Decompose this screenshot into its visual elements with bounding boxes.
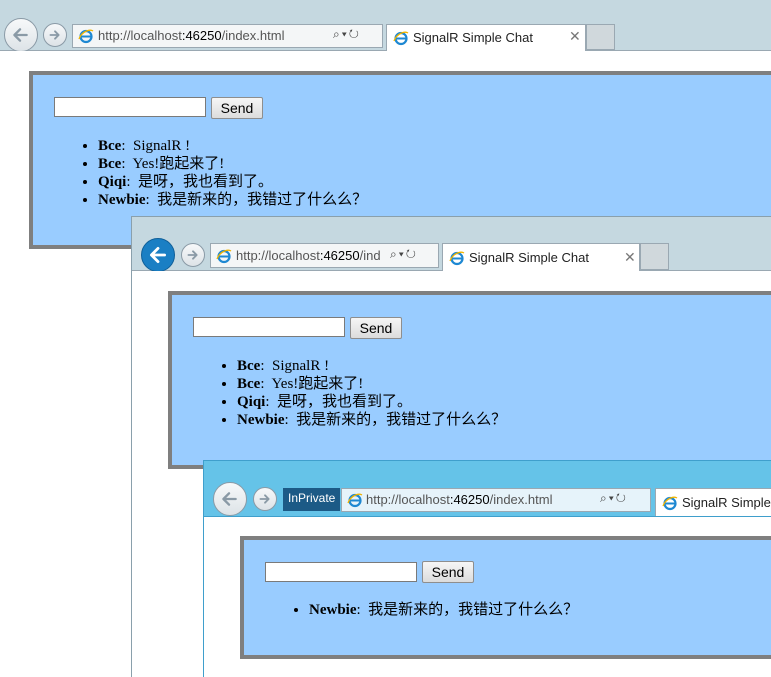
search-icon[interactable]: ⌕ xyxy=(390,247,399,261)
message-input[interactable] xyxy=(54,97,206,117)
send-button[interactable]: Send xyxy=(350,317,402,339)
message-author: Qiqi xyxy=(98,174,127,190)
tab-signalr-chat[interactable]: SignalR Simple Chat ✕ xyxy=(386,24,586,51)
forward-arrow-icon xyxy=(49,30,60,40)
address-bar[interactable]: http://localhost:46250/index.html ⌕▾↻ xyxy=(72,24,383,48)
tab-title: SignalR Simple Chat xyxy=(469,250,589,265)
chat-panel: Send Newbie: 我是新来的，我错过了什么么？ xyxy=(240,536,771,659)
address-bar[interactable]: http://localhost:46250/ind ⌕▾↻ xyxy=(210,243,439,268)
new-tab-button[interactable] xyxy=(586,24,615,50)
message-text: 我是新来的，我错过了什么么？ xyxy=(157,192,368,208)
message-input[interactable] xyxy=(193,317,345,337)
back-arrow-icon xyxy=(222,492,237,506)
message-text: 我是新来的，我错过了什么么？ xyxy=(296,412,507,428)
address-tools: ⌕▾↻ xyxy=(600,491,628,506)
message-text: Yes!跑起来了! xyxy=(132,156,225,172)
send-button[interactable]: Send xyxy=(211,97,263,119)
message-item: Bce: Yes!跑起来了! xyxy=(237,375,506,393)
tab-title: SignalR Simple C xyxy=(682,495,771,510)
message-item: Newbie: 我是新来的，我错过了什么么？ xyxy=(98,191,367,209)
back-button[interactable] xyxy=(4,18,38,52)
message-text: 我是新来的，我错过了什么么？ xyxy=(368,602,579,618)
message-author: Bce xyxy=(237,376,261,392)
message-author: Newbie xyxy=(98,192,146,208)
ie-logo-icon xyxy=(347,493,363,508)
ie-logo-icon xyxy=(662,496,678,511)
message-text: 是呀，我也看到了。 xyxy=(138,174,274,190)
message-author: Bce xyxy=(98,156,122,172)
address-url: http://localhost:46250/ind xyxy=(236,248,381,263)
message-list: Newbie: 我是新来的，我错过了什么么？ xyxy=(291,601,578,619)
message-author: Bce xyxy=(98,138,122,154)
browser-window-3: InPrivate http://localhost:46250/index.h… xyxy=(203,460,771,677)
close-icon[interactable]: ✕ xyxy=(624,249,636,266)
tab-signalr-chat[interactable]: SignalR Simple Chat ✕ xyxy=(442,243,640,271)
message-author: Bce xyxy=(237,358,261,374)
forward-arrow-icon xyxy=(187,250,198,260)
message-input[interactable] xyxy=(265,562,417,582)
forward-button[interactable] xyxy=(181,243,205,267)
message-item: Bce: SignalR ! xyxy=(237,357,506,375)
back-arrow-icon xyxy=(150,247,166,263)
close-icon[interactable]: ✕ xyxy=(569,28,581,45)
ie-logo-icon xyxy=(449,251,465,266)
tab-signalr-chat[interactable]: SignalR Simple C xyxy=(655,488,771,516)
address-tools: ⌕▾↻ xyxy=(387,247,418,262)
message-item: Bce: Yes!跑起来了! xyxy=(98,155,367,173)
refresh-icon[interactable]: ↻ xyxy=(616,491,628,505)
ie-logo-icon xyxy=(393,31,409,46)
search-icon[interactable]: ⌕ xyxy=(600,491,609,505)
message-text: Yes!跑起来了! xyxy=(271,376,364,392)
message-list: Bce: SignalR ! Bce: Yes!跑起来了! Qiqi: 是呀，我… xyxy=(219,357,506,429)
message-list: Bce: SignalR ! Bce: Yes!跑起来了! Qiqi: 是呀，我… xyxy=(80,137,367,209)
message-text: 是呀，我也看到了。 xyxy=(277,394,413,410)
message-item: Newbie: 我是新来的，我错过了什么么？ xyxy=(237,411,506,429)
dropdown-icon[interactable]: ▾ xyxy=(609,491,616,505)
forward-button[interactable] xyxy=(43,23,67,47)
ie-logo-icon xyxy=(78,29,94,44)
forward-button[interactable] xyxy=(253,487,277,511)
back-button[interactable] xyxy=(213,482,247,516)
message-text: SignalR ! xyxy=(272,358,330,374)
back-arrow-icon xyxy=(13,28,28,42)
inprivate-badge: InPrivate xyxy=(283,488,341,511)
message-item: Qiqi: 是呀，我也看到了。 xyxy=(98,173,367,191)
new-tab-button[interactable] xyxy=(640,243,669,270)
address-tools: ⌕▾↻ xyxy=(333,27,361,42)
tab-title: SignalR Simple Chat xyxy=(413,30,533,45)
refresh-icon[interactable]: ↻ xyxy=(406,247,418,261)
address-bar[interactable]: http://localhost:46250/index.html ⌕▾↻ xyxy=(341,488,651,512)
message-item: Newbie: 我是新来的，我错过了什么么？ xyxy=(309,601,578,619)
message-item: Qiqi: 是呀，我也看到了。 xyxy=(237,393,506,411)
search-icon[interactable]: ⌕ xyxy=(333,27,342,41)
dropdown-icon[interactable]: ▾ xyxy=(399,247,406,261)
refresh-icon[interactable]: ↻ xyxy=(349,27,361,41)
message-author: Newbie xyxy=(309,602,357,618)
address-url: http://localhost:46250/index.html xyxy=(366,492,553,507)
message-author: Newbie xyxy=(237,412,285,428)
ie-logo-icon xyxy=(216,249,232,264)
chat-panel: Send Bce: SignalR ! Bce: Yes!跑起来了! Qiqi:… xyxy=(168,291,771,469)
address-url: http://localhost:46250/index.html xyxy=(98,28,285,43)
back-button[interactable] xyxy=(141,238,175,272)
message-item: Bce: SignalR ! xyxy=(98,137,367,155)
message-author: Qiqi xyxy=(237,394,266,410)
send-button[interactable]: Send xyxy=(422,561,474,583)
dropdown-icon[interactable]: ▾ xyxy=(342,27,349,41)
forward-arrow-icon xyxy=(259,494,270,504)
message-text: SignalR ! xyxy=(133,138,191,154)
